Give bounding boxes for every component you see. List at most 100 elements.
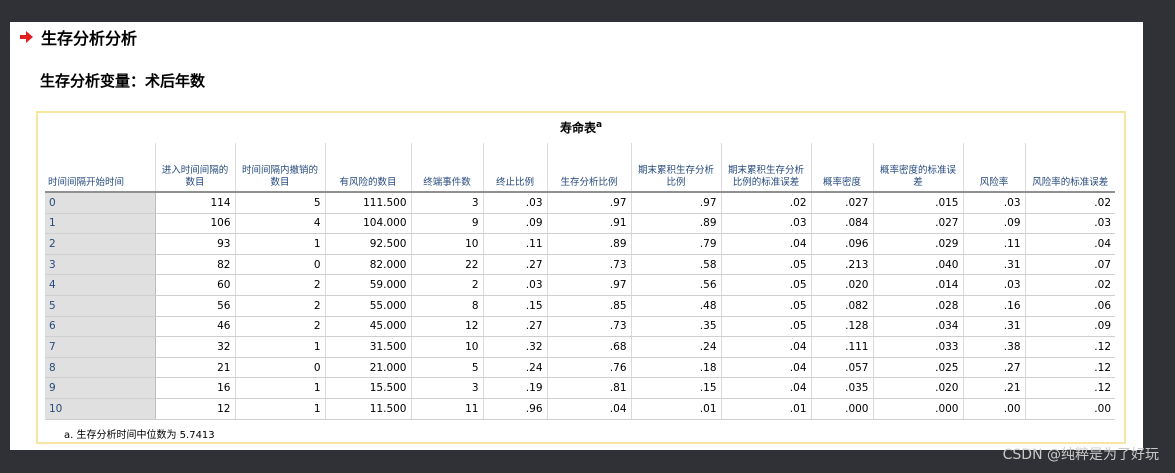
row-header-cell: 1 [45, 213, 156, 235]
table-cell: .85 [547, 295, 632, 317]
table-cell: .027 [811, 192, 874, 214]
table-cell: .03 [963, 274, 1026, 296]
table-row[interactable]: 7 32 1 31.500 10.32.68.24.04.111.033.38.12 [45, 336, 1115, 358]
table-cell: .12 [1025, 357, 1115, 379]
table-row[interactable]: 0 114 5 111.500 3.03.97.97.02.027.015.03.02 [45, 192, 1115, 214]
table-cell: .03 [483, 274, 548, 296]
table-cell: .06 [1025, 295, 1115, 317]
table-cell: .02 [1025, 274, 1115, 296]
table-cell: 82.000 [325, 254, 412, 276]
table-cell: .04 [1025, 233, 1115, 255]
table-cell: .31 [963, 254, 1026, 276]
table-cell: .096 [811, 233, 874, 255]
header-row: 时间间隔开始时间 进入时间间隔的数目 时间间隔内撤销的数目 有风险的数目 终端事件数 终止… [45, 143, 1115, 193]
table-cell: 31.500 [325, 336, 412, 358]
table-row[interactable]: 4 60 2 59.000 2.03.97.56.05.020.014.03.02 [45, 274, 1115, 296]
survival-variable-label: 生存分析变量：术后年数 [40, 72, 206, 90]
table-cell: .03 [483, 192, 548, 214]
table-cell: .38 [963, 336, 1026, 358]
table-title: 寿命表a [559, 120, 603, 135]
table-cell: 12 [411, 316, 484, 338]
table-cell: 60 [155, 274, 236, 296]
table-cell: 93 [155, 233, 236, 255]
row-header-cell: 6 [45, 316, 156, 338]
table-cell: .96 [483, 398, 548, 420]
table-cell: .73 [547, 316, 632, 338]
table-cell: .05 [721, 295, 812, 317]
watermark: CSDN @纯粹是为了好玩 [1002, 447, 1159, 463]
column-header: 期末累积生存分析比例的标准误差 [721, 143, 812, 193]
table-cell: .213 [811, 254, 874, 276]
column-header: 有风险的数目 [325, 143, 412, 193]
table-cell: 106 [155, 213, 236, 235]
table-cell: 92.500 [325, 233, 412, 255]
table-cell: .084 [811, 213, 874, 235]
table-row[interactable]: 1 106 4 104.000 9.09.91.89.03.084.027.09.03 [45, 213, 1115, 235]
table-cell: .09 [483, 213, 548, 235]
table-row[interactable]: 6 46 2 45.000 12.27.73.35.05.128.034.31.09 [45, 316, 1115, 338]
section-title: 生存分析分析 [41, 29, 138, 48]
table-cell: .03 [963, 192, 1026, 214]
table-cell: .034 [873, 316, 964, 338]
red-arrow-icon [20, 31, 33, 43]
table-cell: 8 [411, 295, 484, 317]
column-header: 终端事件数 [411, 143, 484, 193]
table-cell: .00 [1025, 398, 1115, 420]
table-cell: 12 [155, 398, 236, 420]
row-header-cell: 10 [45, 398, 156, 420]
table-cell: .05 [721, 316, 812, 338]
table-cell: 114 [155, 192, 236, 214]
table-cell: .31 [963, 316, 1026, 338]
table-cell: .12 [1025, 336, 1115, 358]
table-cell: .082 [811, 295, 874, 317]
table-cell: 59.000 [325, 274, 412, 296]
table-cell: .015 [873, 192, 964, 214]
table-cell: .04 [721, 377, 812, 399]
table-row[interactable]: 5 56 2 55.000 8.15.85.48.05.082.028.16.06 [45, 295, 1115, 317]
table-cell: 32 [155, 336, 236, 358]
table-cell: .89 [547, 233, 632, 255]
table-cell: .01 [631, 398, 722, 420]
table-row[interactable]: 3 82 0 82.000 22.27.73.58.05.213.040.31.07 [45, 254, 1115, 276]
table-cell: 55.000 [325, 295, 412, 317]
table-row[interactable]: 2 93 1 92.500 10.11.89.79.04.096.029.11.04 [45, 233, 1115, 255]
table-cell: .27 [483, 316, 548, 338]
table-cell: .09 [963, 213, 1026, 235]
table-cell: 2 [235, 316, 326, 338]
table-cell: 2 [235, 295, 326, 317]
table-cell: .76 [547, 357, 632, 379]
table-footnote: a. 生存分析时间中位数为 5.7413 [64, 430, 215, 441]
table-cell: 111.500 [325, 192, 412, 214]
table-cell: .18 [631, 357, 722, 379]
table-cell: 1 [235, 233, 326, 255]
table-cell: 1 [235, 377, 326, 399]
table-cell: .029 [873, 233, 964, 255]
table-cell: .24 [483, 357, 548, 379]
life-table: 时间间隔开始时间 进入时间间隔的数目 时间间隔内撤销的数目 有风险的数目 终端事件数 终止… [45, 143, 1115, 420]
table-cell: .027 [873, 213, 964, 235]
life-table-frame[interactable]: 寿命表a 时间间隔开始时间 进入时间间隔的数目 时间间隔内撤销的数目 有风险的数目 终端… [36, 111, 1126, 444]
table-cell: .000 [873, 398, 964, 420]
table-cell: .128 [811, 316, 874, 338]
table-cell: .35 [631, 316, 722, 338]
table-cell: .68 [547, 336, 632, 358]
table-row[interactable]: 10 12 1 11.500 11.96.04.01.01.000.000.00.00 [45, 398, 1115, 420]
table-cell: 15.500 [325, 377, 412, 399]
table-row[interactable]: 8 21 0 21.000 5.24.76.18.04.057.025.27.12 [45, 357, 1115, 379]
table-cell: 10 [411, 336, 484, 358]
column-header: 风险率的标准误差 [1025, 143, 1115, 193]
row-header-cell: 3 [45, 254, 156, 276]
section-heading[interactable]: 生存分析分析 [20, 25, 137, 49]
table-row[interactable]: 9 16 1 15.500 3.19.81.15.04.035.020.21.12 [45, 377, 1115, 399]
table-cell: 11 [411, 398, 484, 420]
table-cell: 5 [411, 357, 484, 379]
table-cell: .11 [483, 233, 548, 255]
table-cell: .79 [631, 233, 722, 255]
column-header: 概率密度 [811, 143, 874, 193]
table-body: 0 114 5 111.500 3.03.97.97.02.027.015.03.02 1… [45, 192, 1115, 420]
table-cell: .27 [483, 254, 548, 276]
table-cell: 46 [155, 316, 236, 338]
table-cell: .24 [631, 336, 722, 358]
table-cell: .057 [811, 357, 874, 379]
table-cell: .02 [1025, 192, 1115, 214]
